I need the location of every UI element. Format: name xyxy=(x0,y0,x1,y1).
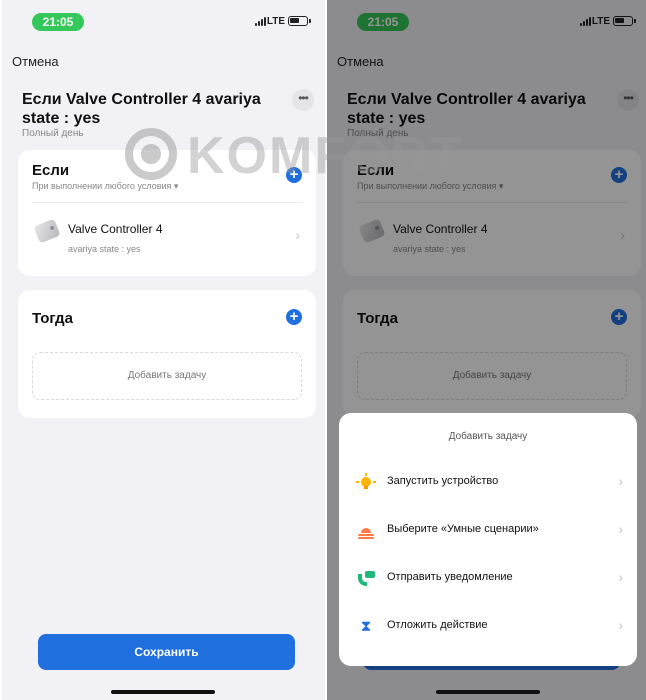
status-bar: 21:05 LTE xyxy=(2,10,325,32)
add-task-placeholder[interactable]: Добавить задачу xyxy=(32,352,302,400)
add-task-sheet: Добавить задачу Запустить устройство › В xyxy=(339,413,637,666)
hourglass-icon: ⧗ xyxy=(360,618,372,635)
chevron-right-icon: › xyxy=(618,473,623,489)
sheet-item-label: Выберите «Умные сценарии» xyxy=(387,523,539,535)
watermark-text: KOMFORT xyxy=(187,127,464,185)
then-card: Тогда + Добавить задачу xyxy=(18,290,316,418)
condition-row[interactable]: Valve Controller 4 avariya state : yes › xyxy=(18,210,316,260)
chevron-right-icon: › xyxy=(618,569,623,585)
sheet-item-label: Отправить уведомление xyxy=(387,571,513,583)
sheet-item-label: Запустить устройство xyxy=(387,475,499,487)
add-action-button[interactable]: + xyxy=(286,309,302,325)
bulb-icon xyxy=(356,473,376,492)
then-heading: Тогда xyxy=(32,310,73,327)
divider xyxy=(32,202,302,203)
sheet-item-smart-scenarios[interactable]: Выберите «Умные сценарии» › xyxy=(339,510,637,550)
save-button[interactable]: Сохранить xyxy=(38,634,295,670)
sunrise-icon xyxy=(357,522,375,540)
scene-schedule: Полный день xyxy=(22,128,84,139)
sheet-item-delay-action[interactable]: ⧗ Отложить действие › xyxy=(339,606,637,646)
condition-device-state: avariya state : yes xyxy=(68,244,141,254)
home-indicator xyxy=(436,690,540,694)
scene-editor-screen: 21:05 LTE Отмена Если Valve Controller 4… xyxy=(2,0,325,700)
more-options-button[interactable]: ••• xyxy=(292,89,314,111)
chevron-right-icon: › xyxy=(618,617,623,633)
if-heading: Если xyxy=(32,162,70,179)
sheet-item-send-notification[interactable]: Отправить уведомление › xyxy=(339,558,637,598)
battery-icon xyxy=(288,16,311,26)
network-label: LTE xyxy=(266,16,285,27)
notification-icon xyxy=(357,570,375,588)
status-time: 21:05 xyxy=(32,13,84,31)
screen-pair: 21:05 LTE Отмена Если Valve Controller 4… xyxy=(0,0,646,700)
chevron-right-icon: › xyxy=(618,521,623,537)
condition-device-name: Valve Controller 4 xyxy=(68,222,163,236)
scene-title: Если Valve Controller 4 avariya state : … xyxy=(22,91,261,127)
cancel-button[interactable]: Отмена xyxy=(12,54,59,69)
home-indicator xyxy=(111,690,215,694)
sheet-item-run-device[interactable]: Запустить устройство › xyxy=(339,462,637,502)
komfort-watermark-logo: KOMFORT xyxy=(125,127,525,190)
watermark-ring-icon xyxy=(125,128,177,180)
sheet-item-label: Отложить действие xyxy=(387,619,488,631)
sheet-title: Добавить задачу xyxy=(448,431,528,442)
valve-device-icon xyxy=(33,218,61,244)
signal-icon xyxy=(255,17,267,26)
scene-editor-with-sheet-screen: 21:05 LTE Отмена Если Valve Controller 4… xyxy=(327,0,646,700)
chevron-right-icon: › xyxy=(295,227,300,243)
